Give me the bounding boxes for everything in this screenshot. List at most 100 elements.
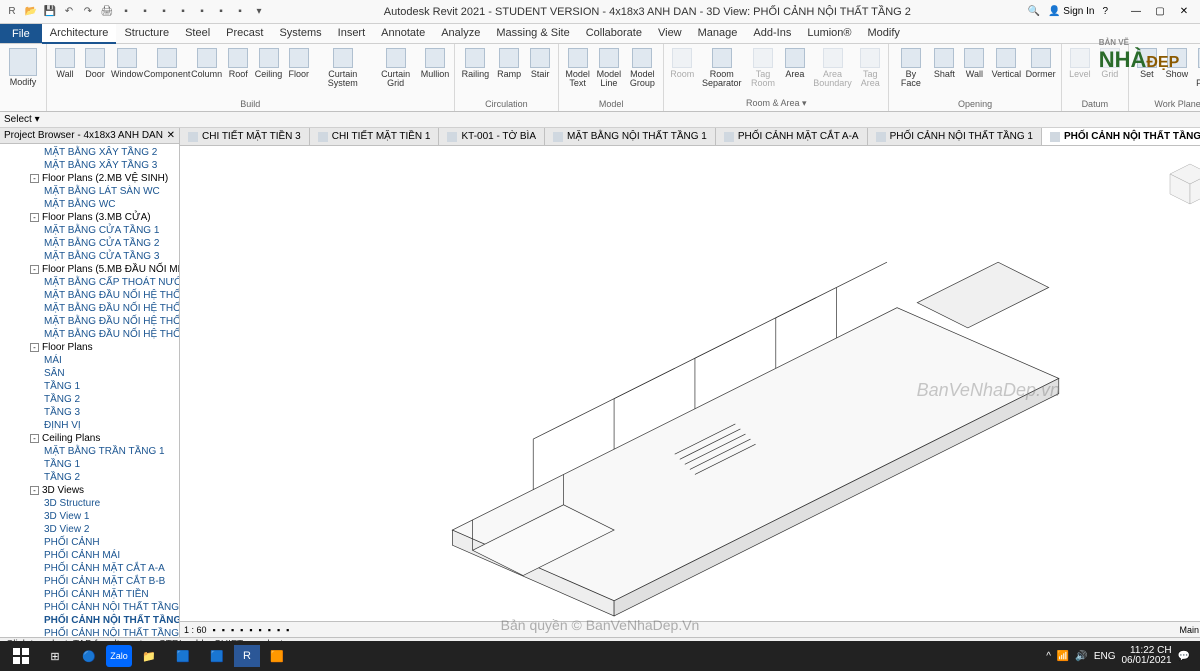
tree-item[interactable]: TẦNG 3	[0, 406, 179, 419]
tree-item[interactable]: PHỐI CẢNH	[0, 536, 179, 549]
ribbon-model-text[interactable]: Model Text	[563, 46, 592, 90]
ribbon-mullion[interactable]: Mullion	[420, 46, 449, 81]
ribbon-modify[interactable]: Modify	[4, 46, 42, 89]
start-button[interactable]	[4, 643, 38, 669]
ribbon-ramp[interactable]: Ramp	[494, 46, 524, 81]
doc-tab[interactable]: PHỐI CẢNH NỘI THẤT TẦNG 1	[868, 128, 1042, 145]
ribbon-by-face[interactable]: By Face	[893, 46, 928, 90]
select-dropdown[interactable]: Select ▾	[4, 114, 40, 125]
tree-item[interactable]: 3D View 1	[0, 510, 179, 523]
tree-item[interactable]: -Ceiling Plans	[0, 432, 179, 445]
tree-item[interactable]: PHỐI CẢNH MẶT TIỀN	[0, 588, 179, 601]
ribbon-window[interactable]: Window	[111, 46, 143, 81]
zalo-icon[interactable]: Zalo	[106, 645, 132, 667]
menu-tab-architecture[interactable]: Architecture	[42, 24, 117, 44]
ribbon-door[interactable]: Door	[81, 46, 109, 81]
tree-item[interactable]: -Floor Plans (2.MB VỆ SINH)	[0, 172, 179, 185]
close-button[interactable]: ✕	[1172, 2, 1196, 22]
tree-item[interactable]: PHỐI CẢNH MẶT CẮT B-B	[0, 575, 179, 588]
menu-tab-modify[interactable]: Modify	[860, 24, 908, 44]
vc-icon[interactable]: ▪	[268, 625, 271, 635]
ribbon-dormer[interactable]: Dormer	[1024, 46, 1056, 81]
vc-icon[interactable]: ▪	[222, 625, 225, 635]
tree-item[interactable]: PHỐI CẢNH NỘI THẤT TẦNG 2	[0, 614, 179, 627]
vc-icon[interactable]: ▪	[286, 625, 289, 635]
tree-item[interactable]: -3D Views	[0, 484, 179, 497]
ribbon-roof[interactable]: Roof	[224, 46, 252, 81]
menu-tab-lumion[interactable]: Lumion®	[799, 24, 859, 44]
taskbar-app-icon[interactable]: 🟦	[200, 643, 234, 669]
tree-item[interactable]: TẦNG 2	[0, 471, 179, 484]
doc-tab[interactable]: MẶT BẰNG NỘI THẤT TẦNG 1	[545, 128, 716, 145]
menu-tab-structure[interactable]: Structure	[116, 24, 177, 44]
volume-icon[interactable]: 🔊	[1075, 651, 1087, 662]
panel-close-icon[interactable]: ✕	[167, 130, 175, 141]
tree-item[interactable]: PHỐI CẢNH NỘI THẤT TẦNG 3	[0, 627, 179, 637]
tree-item[interactable]: MẶT BẰNG TRẦN TẦNG 1	[0, 445, 179, 458]
vc-icon[interactable]: ▪	[249, 625, 252, 635]
tree-item[interactable]: MẶT BẰNG CỬA TẦNG 3	[0, 250, 179, 263]
qat-dropdown-icon[interactable]: ▾	[251, 4, 267, 20]
tree-item[interactable]: TẦNG 1	[0, 458, 179, 471]
doc-tab[interactable]: PHỐI CẢNH MẶT CẮT A-A	[716, 128, 868, 145]
doc-tab[interactable]: KT-001 - TỜ BÌA	[439, 128, 545, 145]
tree-item[interactable]: TẦNG 1	[0, 380, 179, 393]
ribbon-shaft[interactable]: Shaft	[930, 46, 958, 81]
task-view-icon[interactable]: ⊞	[38, 643, 72, 669]
open-icon[interactable]: 📂	[23, 4, 39, 20]
ribbon-stair[interactable]: Stair	[526, 46, 554, 81]
view-cube[interactable]	[1160, 156, 1200, 216]
redo-icon[interactable]: ↷	[80, 4, 96, 20]
print-icon[interactable]: 🖨	[99, 4, 115, 20]
minimize-button[interactable]: —	[1124, 2, 1148, 22]
menu-tab-addins[interactable]: Add-Ins	[745, 24, 799, 44]
tree-item[interactable]: MẶT BẰNG XÂY TẦNG 3	[0, 159, 179, 172]
undo-icon[interactable]: ↶	[61, 4, 77, 20]
tree-item[interactable]: MẶT BẰNG ĐẦU NỐI HỆ THỐNG CẤP N	[0, 289, 179, 302]
taskbar-app-icon[interactable]: 🟧	[260, 643, 294, 669]
tree-item[interactable]: PHỐI CẢNH NỘI THẤT TẦNG 1	[0, 601, 179, 614]
tree-item[interactable]: MẶT BẰNG XÂY TẦNG 2	[0, 146, 179, 159]
ribbon-floor[interactable]: Floor	[285, 46, 313, 81]
qat-icon[interactable]: ▪	[137, 4, 153, 20]
qat-icon[interactable]: ▪	[194, 4, 210, 20]
tree-item[interactable]: MẶT BẰNG ĐẦU NỐI HỆ THỐNG THOA	[0, 302, 179, 315]
revit-taskbar-icon[interactable]: R	[234, 645, 260, 667]
menu-tab-annotate[interactable]: Annotate	[373, 24, 433, 44]
vc-icon[interactable]: ▪	[231, 625, 234, 635]
ribbon-column[interactable]: Column	[191, 46, 222, 81]
ribbon-curtain-system[interactable]: Curtain System	[315, 46, 371, 90]
ribbon-railing[interactable]: Railing	[459, 46, 493, 81]
qat-icon[interactable]: ▪	[175, 4, 191, 20]
ribbon-area[interactable]: Area	[781, 46, 809, 81]
menu-tab-precast[interactable]: Precast	[218, 24, 271, 44]
doc-tab[interactable]: CHI TIẾT MẶT TIỀN 3	[180, 128, 310, 145]
main-model-label[interactable]: Main Model	[1180, 625, 1200, 635]
tree-item[interactable]: MẶT BẰNG CẤP THOÁT NƯỚC MÁI	[0, 276, 179, 289]
tree-item[interactable]: -Floor Plans	[0, 341, 179, 354]
help-icon[interactable]: ?	[1102, 6, 1108, 17]
ribbon-curtain-grid[interactable]: Curtain Grid	[373, 46, 419, 90]
doc-tab[interactable]: CHI TIẾT MẶT TIỀN 1	[310, 128, 440, 145]
qat-icon[interactable]: ▪	[213, 4, 229, 20]
ribbon-model-group[interactable]: Model Group	[626, 46, 660, 90]
ribbon-vertical[interactable]: Vertical	[990, 46, 1022, 81]
menu-tab-steel[interactable]: Steel	[177, 24, 218, 44]
tree-item[interactable]: MẶT BẰNG LÁT SÀN WC	[0, 185, 179, 198]
tree-item[interactable]: PHỐI CẢNH MÁI	[0, 549, 179, 562]
signin-button[interactable]: 👤 Sign In	[1048, 6, 1094, 17]
vc-icon[interactable]: ▪	[259, 625, 262, 635]
tray-icon[interactable]: ^	[1046, 651, 1051, 662]
lang-indicator[interactable]: ENG	[1094, 651, 1116, 662]
tree-item[interactable]: TẦNG 2	[0, 393, 179, 406]
qat-icon[interactable]: ▪	[156, 4, 172, 20]
maximize-button[interactable]: ▢	[1148, 2, 1172, 22]
scale-label[interactable]: 1 : 60	[184, 625, 207, 635]
project-tree[interactable]: MẶT BẰNG XÂY TẦNG 2MẶT BẰNG XÂY TẦNG 3-F…	[0, 144, 179, 637]
revit-icon[interactable]: R	[4, 4, 20, 20]
network-icon[interactable]: 📶	[1057, 651, 1069, 662]
ribbon-room-separator[interactable]: Room Separator	[698, 46, 745, 90]
notifications-icon[interactable]: 💬	[1178, 651, 1190, 662]
tree-item[interactable]: -Floor Plans (3.MB CỬA)	[0, 211, 179, 224]
menu-tab-collaborate[interactable]: Collaborate	[578, 24, 650, 44]
